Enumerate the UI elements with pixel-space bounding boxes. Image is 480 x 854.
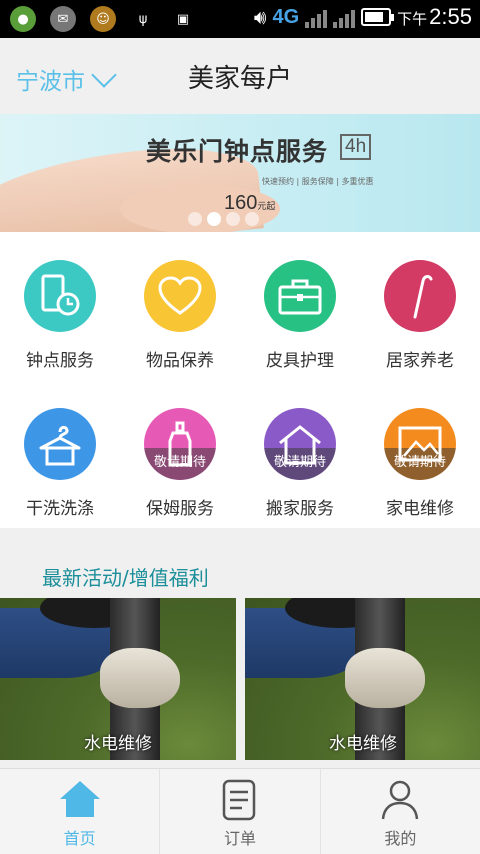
glove-image xyxy=(100,648,180,708)
service-elderly[interactable]: 居家养老 xyxy=(360,260,480,390)
message-icon: ✉ xyxy=(50,6,76,32)
service-nanny[interactable]: 敬请期待 保姆服务 xyxy=(120,408,240,538)
volume-icon: 🔊︎ xyxy=(253,5,267,29)
carousel-dot[interactable] xyxy=(188,212,202,226)
image-icon: ▣ xyxy=(176,11,190,27)
service-hourly[interactable]: 钟点服务 xyxy=(0,260,120,390)
nav-label: 订单 xyxy=(223,829,256,848)
signal-icon-2 xyxy=(333,6,356,28)
service-label: 物品保养 xyxy=(146,351,214,371)
cane-icon xyxy=(384,260,456,332)
price-value: 160 xyxy=(224,192,258,214)
nav-home[interactable]: 首页 xyxy=(0,769,159,854)
nav-label: 我的 xyxy=(384,829,417,848)
heart-icon xyxy=(144,260,216,332)
service-label: 干洗洗涤 xyxy=(26,499,94,519)
briefcase-icon xyxy=(264,260,336,332)
network-type: 4G xyxy=(272,5,300,28)
nav-label: 首页 xyxy=(63,829,96,848)
banner-subtitle: 快速预约 | 服务保障 | 多重优惠 xyxy=(262,177,374,186)
service-care[interactable]: 物品保养 xyxy=(120,260,240,390)
usb-icon: ψ xyxy=(138,11,148,27)
carousel-dot[interactable] xyxy=(245,212,259,226)
status-bar: ● ✉ ☺ ψ ▣ 🔊︎ 4G 下午2:55 xyxy=(0,0,480,38)
activity-caption: 水电维修 xyxy=(84,734,152,754)
signal-icon xyxy=(305,6,328,28)
service-label: 保姆服务 xyxy=(146,499,214,519)
status-indicators: 🔊︎ 4G 下午2:55 xyxy=(254,4,472,30)
banner-title: 美乐门钟点服务 xyxy=(146,137,329,166)
service-label: 搬家服务 xyxy=(266,499,334,519)
service-label: 皮具护理 xyxy=(266,351,334,371)
bottom-navigation: 首页 订单 我的 xyxy=(0,768,480,854)
service-moving[interactable]: 敬请期待 搬家服务 xyxy=(240,408,360,538)
clock: 下午2:55 xyxy=(397,4,472,30)
carousel-dot[interactable] xyxy=(226,212,240,226)
carousel-dot-active[interactable] xyxy=(207,212,221,226)
service-appliance[interactable]: 敬请期待 家电维修 xyxy=(360,408,480,538)
carousel-indicator xyxy=(188,212,259,226)
time-value: 2:55 xyxy=(429,4,472,29)
glove-image xyxy=(345,648,425,708)
services-grid: 钟点服务 物品保养 皮具护理 居家养老 干洗洗涤 敬请期待 保姆服务 敬请期待 … xyxy=(0,232,480,528)
nav-profile[interactable]: 我的 xyxy=(319,769,480,854)
service-leather[interactable]: 皮具护理 xyxy=(240,260,360,390)
bottle-icon: 敬请期待 xyxy=(144,408,216,480)
activity-caption: 水电维修 xyxy=(329,734,397,754)
time-prefix: 下午 xyxy=(397,11,428,28)
clock-phone-icon xyxy=(24,260,96,332)
activity-card[interactable]: 水电维修 xyxy=(0,598,236,760)
nav-orders[interactable]: 订单 xyxy=(159,769,319,854)
order-icon xyxy=(222,779,256,821)
hanger-icon xyxy=(24,408,96,480)
user-icon xyxy=(382,780,419,820)
picture-icon: 敬请期待 xyxy=(384,408,456,480)
price-unit: 元起 xyxy=(257,201,276,211)
app-notification-icon: ● xyxy=(10,6,36,32)
banner-badge: 4h xyxy=(340,134,372,160)
face-icon: ☺ xyxy=(90,6,116,32)
page-title: 美家每户 xyxy=(187,64,292,94)
activity-card[interactable]: 水电维修 xyxy=(245,598,480,760)
notification-icons: ● ✉ ☺ ψ ▣ xyxy=(10,6,196,32)
app-header: 宁波市 美家每户 xyxy=(0,38,480,114)
house-icon: 敬请期待 xyxy=(264,408,336,480)
activities-heading: 最新活动/增值福利 xyxy=(42,566,209,590)
service-label: 家电维修 xyxy=(386,499,454,519)
promo-banner[interactable]: 美乐门钟点服务 4h 快速预约 | 服务保障 | 多重优惠 160元起 xyxy=(0,114,480,232)
battery-icon xyxy=(361,8,395,26)
service-drycleaning[interactable]: 干洗洗涤 xyxy=(0,408,120,538)
service-label: 居家养老 xyxy=(386,351,454,371)
home-icon xyxy=(59,781,100,817)
service-label: 钟点服务 xyxy=(26,351,94,371)
